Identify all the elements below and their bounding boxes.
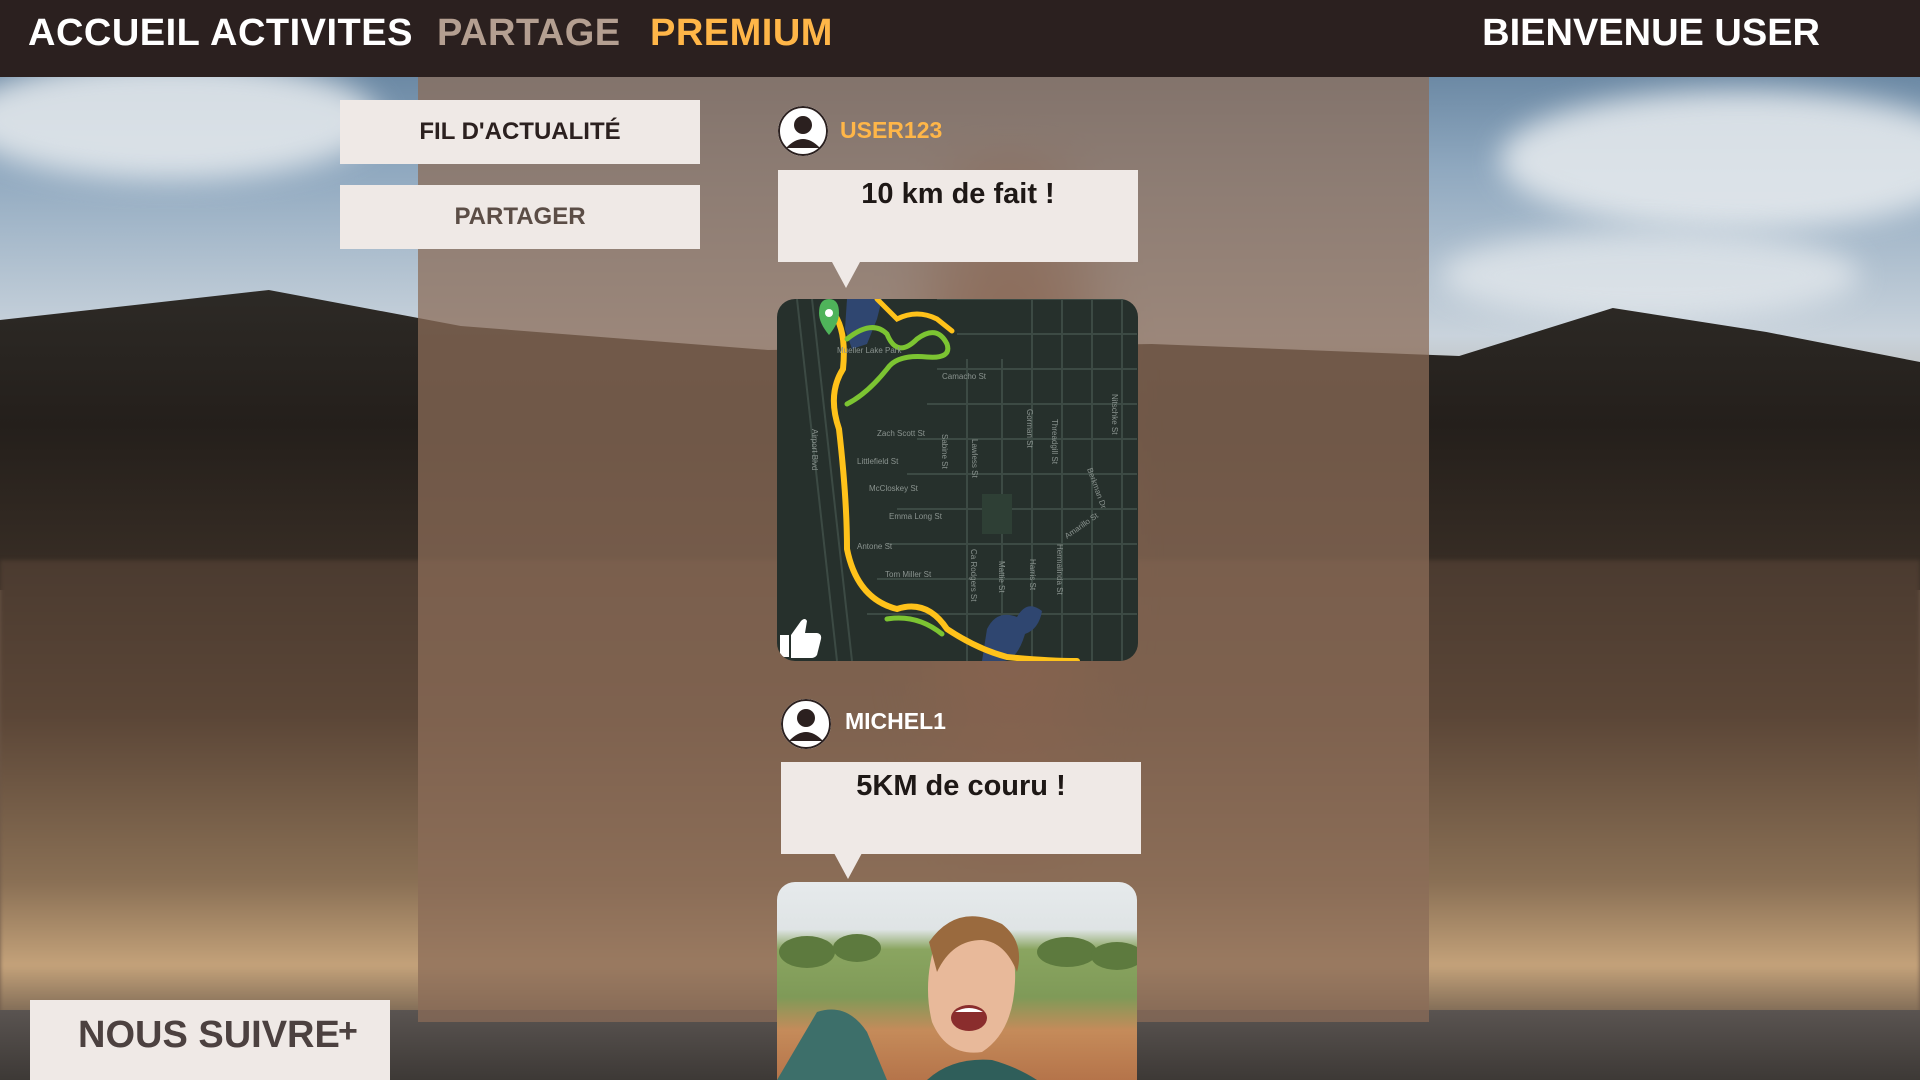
map-label: Mattie St — [997, 561, 1006, 593]
map-label: Airport Blvd — [810, 429, 819, 470]
bubble-tail — [832, 262, 860, 288]
nav-activites[interactable]: ACTIVITES — [210, 12, 413, 55]
nav-partage[interactable]: PARTAGE — [437, 12, 621, 55]
thumbs-up-icon[interactable] — [777, 615, 825, 661]
background-cloud — [1440, 230, 1860, 320]
route-map[interactable]: Mueller Lake Park Camacho St Zach Scott … — [777, 299, 1138, 661]
map-label: Emma Long St — [889, 512, 943, 521]
map-label: Littlefield St — [857, 457, 899, 466]
post-username[interactable]: MICHEL1 — [845, 708, 946, 735]
map-pin-icon — [819, 299, 839, 335]
bubble-tail — [834, 853, 862, 879]
news-feed-button[interactable]: FIL D'ACTUALITÉ — [340, 100, 700, 164]
map-label: Gorman St — [1025, 409, 1034, 448]
map-label: Tom Miller St — [885, 570, 932, 579]
map-label: Lawless St — [970, 439, 979, 478]
nav-premium[interactable]: PREMIUM — [650, 12, 833, 55]
map-label: Zach Scott St — [877, 429, 926, 438]
post-message-bubble: 5KM de couru ! — [781, 762, 1141, 854]
nav-accueil[interactable]: ACCUEIL — [28, 12, 200, 55]
map-label: Ca Rodgers St — [969, 549, 978, 602]
map-label: Threadgill St — [1050, 419, 1059, 465]
user-icon[interactable] — [778, 106, 828, 156]
user-icon[interactable] — [781, 699, 831, 749]
welcome-user[interactable]: BIENVENUE USER — [1482, 12, 1820, 55]
map-label: McCloskey St — [869, 484, 919, 493]
post-username[interactable]: USER123 — [840, 117, 942, 144]
post-message: 5KM de couru ! — [856, 770, 1066, 802]
post-message: 10 km de fait ! — [861, 178, 1055, 210]
share-button[interactable]: PARTAGER — [340, 185, 700, 249]
map-label: Mueller Lake Park — [837, 346, 902, 355]
follow-us-label: NOUS SUIVRE — [78, 1014, 340, 1056]
map-label: Harris St — [1028, 559, 1037, 591]
post-message-bubble: 10 km de fait ! — [778, 170, 1138, 262]
map-label: Antone St — [857, 542, 893, 551]
follow-us-button[interactable]: NOUS SUIVRE + — [30, 1000, 390, 1080]
map-label: Sabine St — [940, 434, 949, 469]
map-label: Camacho St — [942, 372, 987, 381]
map-label: Amarillo St — [1063, 511, 1100, 541]
map-label: Nitschke St — [1110, 394, 1119, 435]
map-label: Hermalinda St — [1055, 544, 1064, 595]
plus-icon: + — [338, 1012, 358, 1050]
runner-photo[interactable] — [777, 882, 1137, 1080]
top-nav: ACCUEIL ACTIVITES PARTAGE PREMIUM BIENVE… — [0, 0, 1920, 77]
